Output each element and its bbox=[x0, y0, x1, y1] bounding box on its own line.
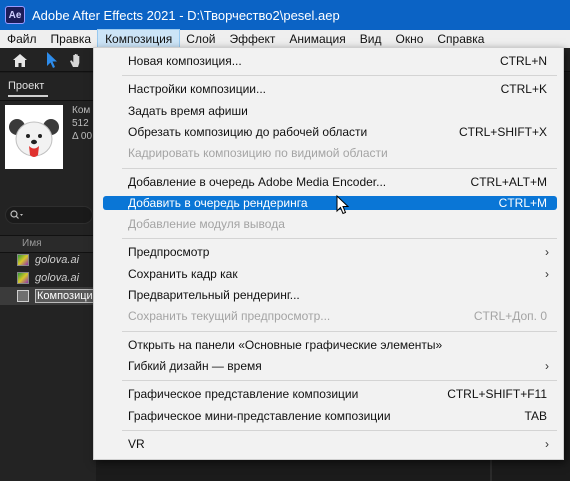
menu-item[interactable]: Графическое мини-представление композици… bbox=[103, 406, 557, 426]
illustrator-file-icon bbox=[17, 254, 29, 266]
menu-item-shortcut: CTRL+ALT+M bbox=[470, 174, 547, 189]
active-tab-indicator bbox=[8, 95, 48, 97]
submenu-arrow-icon: › bbox=[545, 436, 549, 451]
menu-item[interactable]: Обрезать композицию до рабочей области CT… bbox=[103, 122, 557, 142]
menubar-item-4[interactable]: Эффект bbox=[222, 30, 282, 48]
menu-item[interactable]: Задать время афиши bbox=[103, 101, 557, 121]
menu-item: Сохранить текущий предпросмотр... CTRL+До… bbox=[103, 306, 557, 326]
menu-item[interactable]: Графическое представление композиции CTRL… bbox=[103, 384, 557, 404]
menu-item-shortcut: CTRL+K bbox=[500, 82, 547, 97]
menu-item-label: Добавление в очередь Adobe Media Encoder… bbox=[128, 174, 387, 189]
menu-item[interactable]: Добавить в очередь рендеринга CTRL+M bbox=[103, 195, 557, 210]
menu-item-label: Открыть на панели «Основные графические … bbox=[128, 337, 443, 352]
project-item-name: golova.ai bbox=[35, 272, 80, 284]
project-item-name: golova.ai bbox=[35, 254, 80, 266]
tab-project[interactable]: Проект bbox=[8, 80, 44, 92]
menu-item-label: Кадрировать композицию по видимой област… bbox=[128, 146, 388, 161]
comp-name-text: Ком bbox=[72, 105, 91, 116]
search-icon bbox=[10, 210, 23, 219]
menu-item-label: Задать время афиши bbox=[128, 103, 248, 118]
menu-separator bbox=[122, 238, 557, 240]
menu-item[interactable]: VR › bbox=[103, 434, 557, 454]
menu-item-label: Предпросмотр bbox=[128, 245, 210, 260]
menu-item-label: Графическое мини-представление композици… bbox=[128, 408, 391, 423]
window-title: Adobe After Effects 2021 - D:\Творчество… bbox=[32, 7, 340, 23]
menu-item-label: Сохранить кадр как bbox=[128, 266, 238, 281]
menu-item-label: Добавление модуля вывода bbox=[128, 217, 285, 232]
menu-item[interactable]: Предварительный рендеринг... bbox=[103, 285, 557, 305]
menu-separator bbox=[122, 429, 557, 431]
menu-item-label: Обрезать композицию до рабочей области bbox=[128, 124, 368, 139]
menu-separator bbox=[122, 330, 557, 332]
menu-item-shortcut: TAB bbox=[524, 408, 547, 423]
column-name-label: Имя bbox=[22, 238, 42, 249]
project-item-name: Композици bbox=[35, 289, 95, 303]
menu-item[interactable]: Предпросмотр › bbox=[103, 242, 557, 262]
menubar-item-8[interactable]: Справка bbox=[430, 30, 491, 48]
composition-info: Ком 512 Δ 00 bbox=[72, 104, 92, 143]
menu-item[interactable]: Настройки композиции... CTRL+K bbox=[103, 79, 557, 99]
menu-item[interactable]: Гибкий дизайн — время › bbox=[103, 356, 557, 376]
selection-tool-icon[interactable] bbox=[42, 50, 62, 70]
menu-item-shortcut: CTRL+SHIFT+F11 bbox=[447, 387, 547, 402]
menu-item-label: Графическое представление композиции bbox=[128, 387, 359, 402]
menu-item-shortcut: CTRL+SHIFT+X bbox=[458, 124, 547, 139]
submenu-arrow-icon: › bbox=[545, 266, 549, 281]
hand-tool-icon[interactable] bbox=[66, 50, 86, 70]
home-icon[interactable] bbox=[10, 50, 30, 70]
menu-item-label: Новая композиция... bbox=[128, 54, 242, 68]
mouse-cursor-icon bbox=[336, 195, 350, 215]
menu-item-label: Настройки композиции... bbox=[128, 82, 267, 97]
menubar-item-7[interactable]: Окно bbox=[388, 30, 430, 48]
composition-icon bbox=[17, 290, 29, 302]
after-effects-app-icon: Ae bbox=[5, 6, 25, 24]
menu-bar: Файл Правка Композиция Слой Эффект Анимация Ви… bbox=[0, 29, 570, 49]
menu-item[interactable]: Открыть на панели «Основные графические … bbox=[103, 335, 557, 355]
menu-separator bbox=[122, 380, 557, 382]
comp-size-text: 512 bbox=[72, 118, 89, 129]
project-panel-tabs: Проект bbox=[0, 73, 96, 101]
menu-item-shortcut: CTRL+N bbox=[499, 54, 547, 68]
menubar-item-1[interactable]: Правка bbox=[44, 30, 99, 48]
project-item-row[interactable]: Композици bbox=[0, 287, 96, 305]
title-bar: Ae Adobe After Effects 2021 - D:\Творчес… bbox=[0, 0, 570, 30]
composition-thumbnail bbox=[5, 105, 63, 169]
menu-item[interactable]: Сохранить кадр как › bbox=[103, 264, 557, 284]
menu-item-label: VR bbox=[128, 436, 145, 451]
menubar-item-0[interactable]: Файл bbox=[0, 30, 44, 48]
project-search-input[interactable] bbox=[5, 206, 93, 224]
menubar-item-2[interactable]: Композиция bbox=[97, 29, 181, 49]
menu-item[interactable]: Добавление в очередь Adobe Media Encoder… bbox=[103, 172, 557, 192]
submenu-arrow-icon: › bbox=[545, 358, 549, 373]
menubar-item-5[interactable]: Анимация bbox=[282, 30, 352, 48]
menu-item-label: Добавить в очередь рендеринга bbox=[128, 195, 308, 210]
menu-item: Кадрировать композицию по видимой област… bbox=[103, 143, 557, 163]
menu-separator bbox=[122, 75, 557, 77]
menubar-item-6[interactable]: Вид bbox=[353, 30, 389, 48]
menu-item-shortcut: CTRL+M bbox=[498, 195, 547, 210]
menu-item-label: Сохранить текущий предпросмотр... bbox=[128, 309, 331, 324]
comp-duration-text: Δ 00 bbox=[72, 131, 93, 142]
menu-item: Добавление модуля вывода bbox=[103, 214, 557, 234]
composition-menu-dropdown: Новая композиция... CTRL+N Настройки компо… bbox=[93, 47, 564, 460]
project-item-row[interactable]: golova.ai bbox=[0, 269, 96, 287]
menu-item[interactable]: Новая композиция... CTRL+N bbox=[103, 51, 557, 71]
menu-item-shortcut: CTRL+Доп. 0 bbox=[473, 309, 547, 324]
submenu-arrow-icon: › bbox=[545, 245, 549, 260]
project-panel: Проект Ком 512 Δ 00 Имя golova.ai golova.… bbox=[0, 73, 96, 481]
dog-face-illustration bbox=[9, 119, 59, 157]
menubar-item-3[interactable]: Слой bbox=[179, 30, 222, 48]
project-item-row[interactable]: golova.ai bbox=[0, 251, 96, 269]
illustrator-file-icon bbox=[17, 272, 29, 284]
menu-separator bbox=[122, 167, 557, 169]
menu-item-label: Предварительный рендеринг... bbox=[128, 288, 300, 302]
menu-item-label: Гибкий дизайн — время bbox=[128, 358, 262, 373]
